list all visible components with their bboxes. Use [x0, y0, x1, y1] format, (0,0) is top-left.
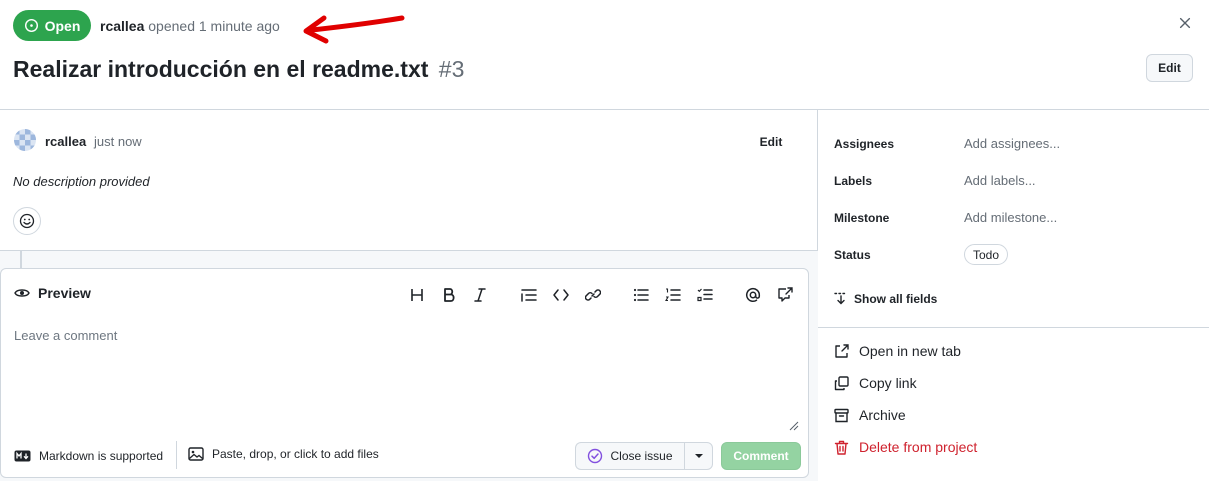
show-all-fields-button[interactable]: Show all fields	[834, 292, 937, 306]
issue-number: #3	[438, 56, 465, 82]
mention-icon[interactable]	[742, 284, 764, 306]
show-all-fields-label: Show all fields	[854, 292, 938, 306]
preview-label: Preview	[38, 285, 91, 301]
labels-value[interactable]: Add labels...	[964, 173, 1036, 188]
close-issue-options-button[interactable]	[684, 442, 713, 470]
unfold-icon	[834, 292, 846, 305]
heading-icon[interactable]	[406, 284, 428, 306]
link-icon[interactable]	[582, 284, 604, 306]
markdown-note-label: Markdown is supported	[39, 449, 164, 463]
markdown-icon	[14, 450, 31, 462]
close-icon[interactable]	[1175, 13, 1195, 33]
timeline-line	[20, 251, 22, 268]
close-issue-label: Close issue	[610, 449, 673, 463]
avatar	[14, 129, 36, 151]
issue-open-icon	[24, 18, 38, 33]
task-list-icon[interactable]	[694, 284, 716, 306]
annotation-arrow	[303, 15, 405, 44]
edit-comment-button[interactable]: Edit	[750, 132, 792, 152]
comment-time[interactable]: just now	[94, 134, 142, 149]
issue-title-text: Realizar introducción en el readme.txt	[13, 56, 429, 82]
copy-icon	[834, 375, 849, 390]
issue-closed-icon	[588, 448, 603, 464]
image-icon	[188, 447, 204, 461]
state-badge-open: Open	[13, 10, 91, 41]
bold-icon[interactable]	[438, 284, 460, 306]
issue-author-link[interactable]: rcallea	[100, 18, 144, 34]
delete-from-project-button[interactable]: Delete from project	[834, 439, 977, 455]
quote-icon[interactable]	[518, 284, 540, 306]
close-issue-button[interactable]: Close issue	[575, 442, 684, 470]
issue-title: Realizar introducción en el readme.txt #…	[13, 56, 464, 83]
archive-button[interactable]: Archive	[834, 407, 906, 423]
comment-button[interactable]: Comment	[721, 442, 801, 470]
comment-editor: Preview Leave a comment Markdown is supp…	[0, 268, 809, 478]
add-reaction-button[interactable]	[13, 207, 41, 235]
preview-tab[interactable]: Preview	[14, 285, 91, 301]
copy-link-button[interactable]: Copy link	[834, 375, 917, 391]
status-badge[interactable]: Todo	[964, 244, 1009, 265]
issue-header: Open rcallea opened 1 minute ago Realiza…	[0, 0, 1209, 110]
reference-icon[interactable]	[774, 284, 796, 306]
bullet-list-icon[interactable]	[630, 284, 652, 306]
status-label: Status	[834, 248, 871, 262]
open-in-new-tab-button[interactable]: Open in new tab	[834, 343, 961, 359]
issue-main: rcallea just now Edit No description pro…	[0, 110, 818, 481]
trash-icon	[834, 440, 849, 455]
smiley-icon	[19, 213, 35, 229]
archive-label: Archive	[859, 407, 906, 423]
numbered-list-icon[interactable]	[662, 284, 684, 306]
delete-from-project-label: Delete from project	[859, 439, 978, 455]
eye-icon	[14, 289, 30, 297]
markdown-note[interactable]: Markdown is supported	[14, 449, 163, 463]
state-label: Open	[44, 17, 81, 34]
issue-sidebar: Assignees Add assignees... Labels Add la…	[818, 110, 1209, 481]
archive-icon	[834, 408, 849, 422]
triangle-down-icon	[694, 454, 703, 458]
footer-divider	[176, 441, 177, 469]
resize-handle-icon[interactable]	[789, 421, 799, 431]
labels-label: Labels	[834, 174, 873, 188]
attach-files-label: Paste, drop, or click to add files	[212, 447, 379, 461]
attach-files-button[interactable]: Paste, drop, or click to add files	[188, 447, 379, 461]
external-link-icon	[835, 343, 849, 358]
comment-body: No description provided	[13, 174, 150, 189]
opened-line: rcallea opened 1 minute ago	[100, 18, 280, 34]
assignees-value[interactable]: Add assignees...	[964, 136, 1060, 151]
code-icon[interactable]	[550, 284, 572, 306]
comment-author-link[interactable]: rcallea	[45, 134, 86, 149]
italic-icon[interactable]	[469, 284, 491, 306]
milestone-label: Milestone	[834, 211, 890, 225]
copy-link-label: Copy link	[859, 375, 917, 391]
opened-time: opened 1 minute ago	[148, 18, 280, 34]
assignees-label: Assignees	[834, 137, 895, 151]
open-in-new-tab-label: Open in new tab	[859, 343, 961, 359]
milestone-value[interactable]: Add milestone...	[964, 210, 1057, 225]
edit-title-button[interactable]: Edit	[1146, 54, 1193, 82]
comment-input[interactable]	[14, 328, 801, 433]
sidebar-divider	[818, 327, 1209, 328]
